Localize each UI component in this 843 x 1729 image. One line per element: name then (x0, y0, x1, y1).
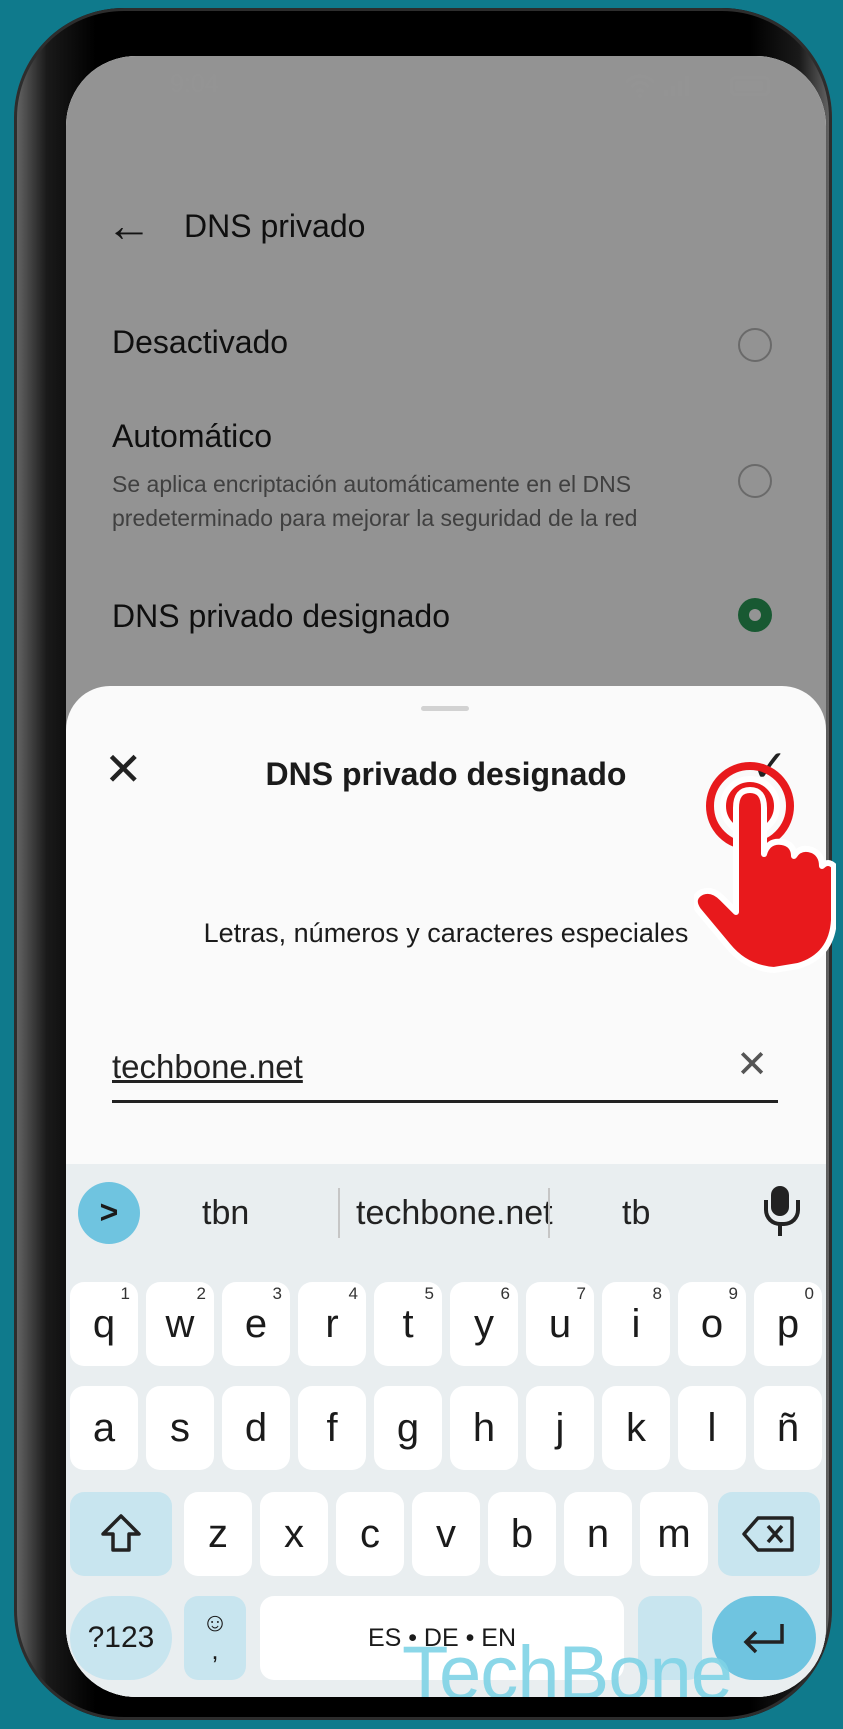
key-p[interactable]: p0 (754, 1282, 822, 1366)
key-number-hint: 8 (652, 1284, 662, 1303)
key-number-hint: 3 (272, 1284, 282, 1303)
key-label: y (474, 1302, 494, 1346)
tap-hand-icon (694, 762, 836, 973)
key-k[interactable]: k (602, 1386, 670, 1470)
suggestion-bar: > tbn techbone.net tb (66, 1164, 826, 1262)
key-x[interactable]: x (260, 1492, 328, 1576)
shift-icon (101, 1514, 141, 1552)
clear-input-icon[interactable]: ✕ (736, 1042, 768, 1087)
suggestion-divider (338, 1188, 340, 1238)
key-m[interactable]: m (640, 1492, 708, 1576)
key-v[interactable]: v (412, 1492, 480, 1576)
comma-label: , (211, 1635, 219, 1665)
expand-toolbar-icon[interactable]: > (78, 1182, 140, 1244)
key-r[interactable]: r4 (298, 1282, 366, 1366)
hostname-field[interactable]: techbone.net ✕ (112, 1042, 778, 1103)
key-ñ[interactable]: ñ (754, 1386, 822, 1470)
key-number-hint: 1 (120, 1284, 130, 1303)
emoji-icon: ☺ (201, 1607, 229, 1637)
key-number-hint: 4 (348, 1284, 358, 1303)
key-label: t (402, 1302, 414, 1346)
key-s[interactable]: s (146, 1386, 214, 1470)
key-j[interactable]: j (526, 1386, 594, 1470)
suggestion-divider (548, 1188, 550, 1238)
key-label: o (700, 1302, 724, 1346)
sheet-drag-handle[interactable] (421, 706, 469, 711)
key-y[interactable]: y6 (450, 1282, 518, 1366)
key-label: u (548, 1302, 572, 1346)
key-number-hint: 2 (196, 1284, 206, 1303)
key-c[interactable]: c (336, 1492, 404, 1576)
key-z[interactable]: z (184, 1492, 252, 1576)
suggestion-1[interactable]: tbn (202, 1194, 249, 1233)
key-a[interactable]: a (70, 1386, 138, 1470)
key-label: w (165, 1302, 195, 1346)
key-label: q (92, 1302, 116, 1346)
key-number-hint: 9 (728, 1284, 738, 1303)
emoji-comma-key[interactable]: ☺ , (184, 1596, 246, 1680)
key-f[interactable]: f (298, 1386, 366, 1470)
key-w[interactable]: w2 (146, 1282, 214, 1366)
suggestion-2[interactable]: techbone.net (356, 1194, 553, 1233)
key-d[interactable]: d (222, 1386, 290, 1470)
key-label: p (776, 1302, 800, 1346)
key-number-hint: 5 (424, 1284, 434, 1303)
key-label: i (631, 1302, 641, 1346)
microphone-icon[interactable] (760, 1186, 800, 1242)
suggestion-3[interactable]: tb (622, 1194, 650, 1233)
key-q[interactable]: q1 (70, 1282, 138, 1366)
key-number-hint: 0 (804, 1284, 814, 1303)
key-n[interactable]: n (564, 1492, 632, 1576)
backspace-icon (742, 1516, 794, 1552)
enter-icon (743, 1624, 784, 1654)
key-e[interactable]: e3 (222, 1282, 290, 1366)
key-u[interactable]: u7 (526, 1282, 594, 1366)
hostname-input-value[interactable]: techbone.net (112, 1048, 303, 1086)
key-t[interactable]: t5 (374, 1282, 442, 1366)
watermark-logo: TechBone (402, 1631, 733, 1697)
symbols-key[interactable]: ?123 (70, 1596, 172, 1680)
key-i[interactable]: i8 (602, 1282, 670, 1366)
key-label: e (244, 1302, 268, 1346)
shift-key[interactable] (70, 1492, 172, 1576)
keyboard: > tbn techbone.net tb q1w2e3r4t5y6u7i8o9… (66, 1164, 826, 1697)
key-label: r (325, 1302, 339, 1346)
key-o[interactable]: o9 (678, 1282, 746, 1366)
key-h[interactable]: h (450, 1386, 518, 1470)
key-l[interactable]: l (678, 1386, 746, 1470)
key-number-hint: 7 (576, 1284, 586, 1303)
key-b[interactable]: b (488, 1492, 556, 1576)
key-number-hint: 6 (500, 1284, 510, 1303)
key-g[interactable]: g (374, 1386, 442, 1470)
backspace-key[interactable] (718, 1492, 820, 1576)
